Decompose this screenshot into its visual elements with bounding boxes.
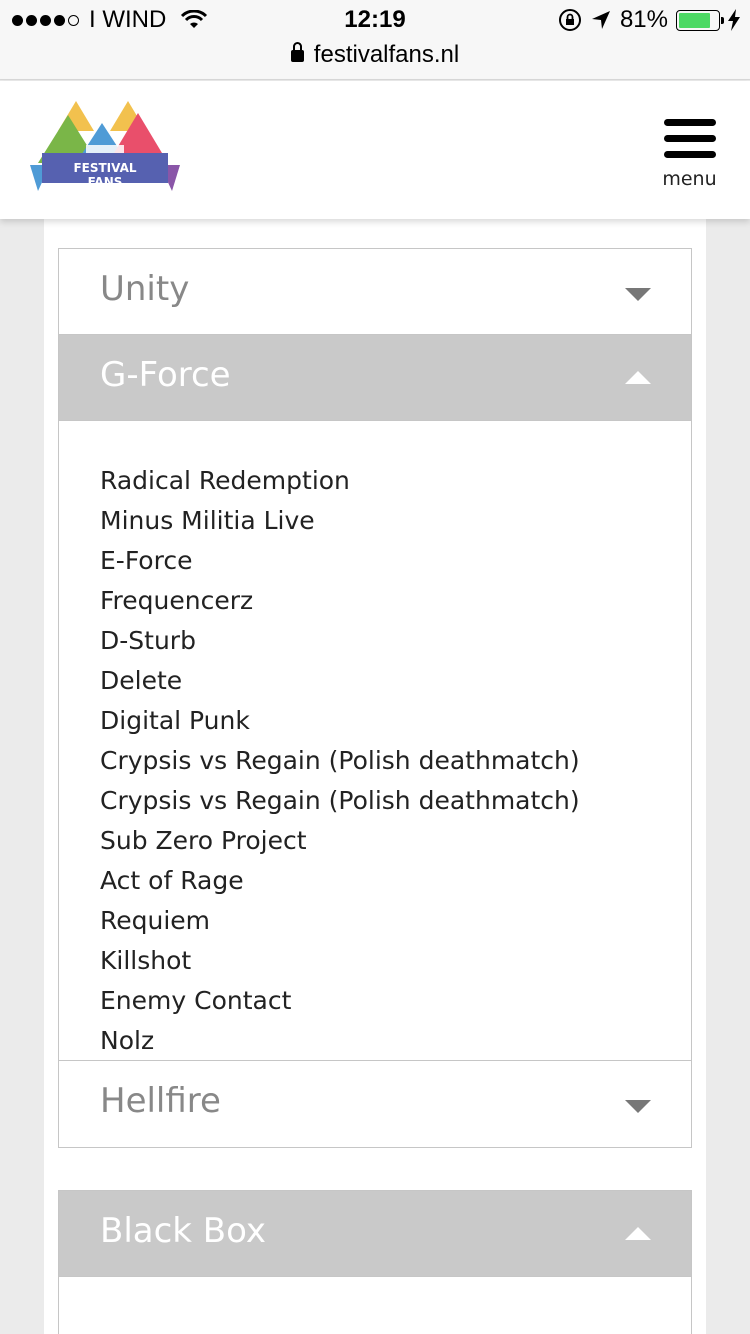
- accordion-title: G-Force: [100, 355, 231, 395]
- menu-button[interactable]: menu: [662, 119, 717, 194]
- battery-percent: 81%: [619, 6, 668, 33]
- battery-icon: [676, 9, 724, 31]
- artist-list-item: Frequencerz: [100, 586, 254, 615]
- status-bar: I WIND 12:19 festivalfans.nl 81%: [0, 0, 750, 80]
- accordion-title: Black Box: [100, 1211, 266, 1251]
- accordion-header-hellfire[interactable]: Hellfire: [59, 1061, 691, 1147]
- address-bar[interactable]: festivalfans.nl: [0, 41, 750, 69]
- artist-list-item: Nolz: [100, 1026, 155, 1055]
- artist-list-g-force: Radical Redemption Minus Militia Live E-Fo…: [59, 421, 691, 1061]
- chevron-down-icon: [625, 1100, 651, 1113]
- accordion-title: Hellfire: [100, 1081, 221, 1121]
- charging-bolt-icon: [728, 9, 740, 31]
- menu-label: menu: [662, 168, 717, 190]
- location-arrow-icon: [591, 11, 610, 29]
- accordion-header-black-box[interactable]: Black Box: [59, 1191, 691, 1277]
- artist-list-item: Radical Redemption: [100, 466, 350, 495]
- chevron-down-icon: [625, 288, 651, 301]
- status-right: 81%: [558, 6, 740, 34]
- chevron-up-icon: [625, 1227, 651, 1240]
- artist-list-item: Enemy Contact: [100, 986, 292, 1015]
- artist-list-item: E-Force: [100, 546, 193, 575]
- lock-icon: [290, 42, 304, 62]
- accordion-group-2: Black Box: [58, 1190, 692, 1334]
- artist-list-item: Sub Zero Project: [100, 826, 307, 855]
- chevron-up-icon: [625, 371, 651, 384]
- artist-list-item: Act of Rage: [100, 866, 244, 895]
- artist-list-item: D-Sturb: [100, 626, 196, 655]
- hamburger-icon: [662, 119, 717, 158]
- artist-list-item: Minus Militia Live: [100, 506, 315, 535]
- accordion-title: Unity: [100, 269, 190, 309]
- accordion-header-g-force[interactable]: G-Force: [59, 335, 691, 421]
- artist-list-item: Digital Punk: [100, 706, 250, 735]
- festival-fans-logo[interactable]: FESTIVAL FANS: [28, 101, 182, 196]
- url-text: festivalfans.nl: [313, 41, 460, 68]
- lineup-content: Unity G-Force Radical Redemption Minus Mi…: [44, 210, 706, 1334]
- artist-list-item: Killshot: [100, 946, 192, 975]
- rotation-lock-icon: [558, 9, 581, 31]
- logo-text: FESTIVAL FANS: [73, 161, 137, 189]
- artist-list-item: Delete: [100, 666, 183, 695]
- accordion-group-1: Unity G-Force Radical Redemption Minus Mi…: [58, 248, 692, 1148]
- artist-list-item: Requiem: [100, 906, 211, 935]
- accordion-header-unity[interactable]: Unity: [59, 249, 691, 335]
- artist-list-item: Crypsis vs Regain (Polish deathmatch): [100, 746, 580, 775]
- site-header: FESTIVAL FANS menu: [0, 81, 750, 219]
- artist-list-item: Crypsis vs Regain (Polish deathmatch): [100, 786, 580, 815]
